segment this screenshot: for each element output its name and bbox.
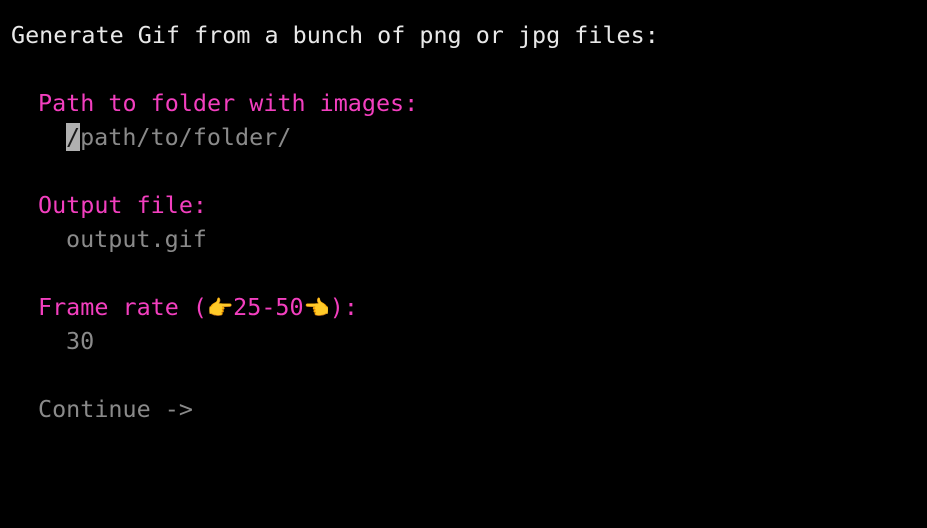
frame-rate-range: 25-50	[233, 293, 304, 321]
path-input[interactable]: /path/to/folder/	[66, 120, 291, 154]
text-cursor: /	[66, 123, 81, 151]
frame-rate-field-label: Frame rate (👉25-50👈):	[38, 290, 358, 324]
path-field-label: Path to folder with images:	[38, 89, 419, 117]
frame-rate-label-prefix: Frame rate (	[38, 293, 207, 321]
hand-pointing-right-icon: 👉	[207, 296, 234, 320]
continue-button[interactable]: Continue ->	[38, 392, 193, 426]
frame-rate-label-suffix: ):	[329, 293, 358, 321]
path-placeholder: path/to/folder/	[80, 123, 292, 151]
frame-rate-input[interactable]: 30	[66, 324, 94, 358]
output-file-input[interactable]: output.gif	[66, 222, 207, 256]
hand-pointing-left-icon: 👈	[303, 296, 330, 320]
output-field-label: Output file:	[38, 191, 207, 219]
prompt-heading: Generate Gif from a bunch of png or jpg …	[11, 21, 659, 49]
